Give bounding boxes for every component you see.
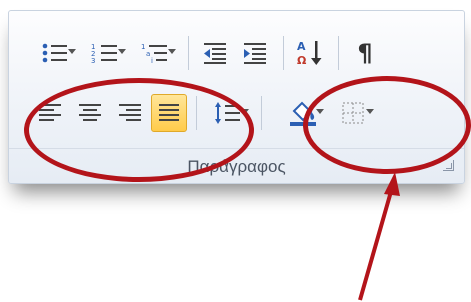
- annotation-arrow: [358, 172, 400, 301]
